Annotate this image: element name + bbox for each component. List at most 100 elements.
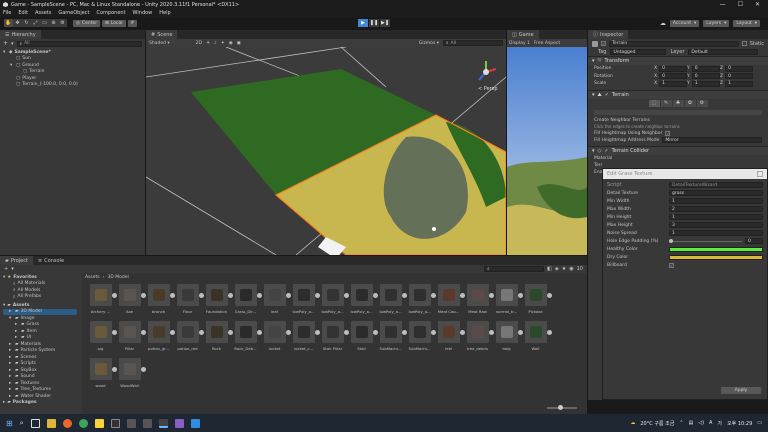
detail-texture-field[interactable]: grass [669,190,763,196]
minimize-button[interactable]: — [720,1,726,8]
asset-item[interactable]: SubMachi... [378,321,407,357]
asset-item[interactable]: potion_gr... [146,321,175,357]
menu-help[interactable]: Help [159,10,170,16]
unity-hub-icon[interactable] [142,418,152,428]
hole-padding-value[interactable]: 0 [745,238,763,244]
hierarchy-item[interactable]: ▢ Terrain_(-100.0, 0.0, 0.0) [0,82,145,89]
tab-game[interactable]: ◫ Game [507,30,539,39]
grass-value-field[interactable]: 2 [669,206,763,212]
effects-toggle-icon[interactable]: ✦ [221,41,225,46]
enabled-checkbox[interactable]: ✓ [605,92,609,98]
tab-hierarchy[interactable]: ☰ Hierarchy [0,30,41,39]
layers-dropdown[interactable]: Layers ▾ [703,19,730,27]
asset-item[interactable]: Meat Raw [465,284,494,320]
scale-tool-icon[interactable]: ⤢ [31,19,40,27]
collab-cloud-icon[interactable]: ☁ [660,20,666,27]
shading-mode-dropdown[interactable]: Shaded ▾ [149,41,170,46]
file-explorer-icon[interactable] [46,418,56,428]
volume-icon[interactable]: ◁) [698,420,704,426]
chevron-down-icon[interactable]: ▾ [11,266,14,272]
paint-details-icon[interactable]: ✿ [684,99,696,107]
app-icon[interactable] [126,418,136,428]
asset-item[interactable]: Pickaxe [523,284,552,320]
add-icon[interactable]: + [3,40,8,47]
asset-item[interactable]: lowPoly_a... [407,284,436,320]
hierarchy-search-input[interactable]: ⌕ All [16,40,142,47]
expand-arrow-icon[interactable] [547,330,552,335]
asset-item[interactable]: lowPoly_a... [349,284,378,320]
menu-component[interactable]: Component [97,10,126,16]
transform-y-field[interactable]: 0 [691,73,720,80]
transform-x-field[interactable]: 0 [659,73,687,80]
breadcrumb-3d-model[interactable]: 3D Model [107,275,128,280]
apply-button[interactable]: Apply [721,387,761,394]
terrain-collider-header[interactable]: ▾ ◇ ✓ Terrain Collider [588,145,768,155]
rect-tool-icon[interactable]: ▭ [40,19,49,27]
static-checkbox[interactable] [741,41,747,46]
active-checkbox[interactable]: ✓ [601,41,606,46]
menu-file[interactable]: File [3,10,11,16]
hand-tool-icon[interactable]: ✋ [4,19,13,27]
asset-item[interactable]: reel [436,321,465,357]
asset-item[interactable]: lowPoly_a... [291,284,320,320]
asset-item[interactable]: Rock [204,321,233,357]
pause-button[interactable]: ❚❚ [369,19,379,27]
scene-search-input[interactable]: ⌕ All [443,40,503,46]
tab-scene[interactable]: # Scene [146,30,178,39]
terrain-header[interactable]: ▾ ⛰ ✓ Terrain [588,89,768,99]
star-icon[interactable]: ★ [562,266,566,272]
asset-item[interactable]: Meat Coo... [436,284,465,320]
layer-dropdown[interactable]: Default [688,49,758,55]
transform-x-field[interactable]: 0 [659,65,687,72]
tag-dropdown[interactable]: Untagged [610,49,667,55]
tray-chevron-icon[interactable]: ⌃ [679,420,683,426]
asset-item[interactable]: normal_tr... [494,284,523,320]
weather-text[interactable]: 20°C 구름 조금 [640,420,674,427]
clock[interactable]: 오후 10:29 [727,420,752,427]
grass-value-field[interactable]: 3 [669,222,763,228]
transform-x-field[interactable]: 1 [659,80,687,87]
breadcrumb-assets[interactable]: Assets [85,275,100,280]
terrain-settings-icon[interactable]: ⚙ [696,99,708,107]
firefox-icon[interactable] [62,418,72,428]
expand-arrow-icon[interactable] [547,293,552,298]
grid-snap-toggle[interactable]: # [127,19,138,27]
asset-item[interactable]: tree_debris [465,321,494,357]
asset-item[interactable]: Axe [117,284,146,320]
close-button[interactable]: ✕ [755,1,760,8]
transform-z-field[interactable]: 0 [725,73,753,80]
asset-item[interactable]: branch [146,284,175,320]
asset-item[interactable]: WoodWall [117,358,146,394]
filter-label-icon[interactable]: ◈ [555,266,559,272]
healthy-color-field[interactable] [669,246,763,252]
tab-console[interactable]: ≡ Console [33,256,69,265]
display-dropdown[interactable]: Display 1 [509,41,530,46]
asset-item[interactable]: rocket [262,321,291,357]
edit-grass-texture-window[interactable]: Edit Grass Texture Script DetailTextureW… [602,168,768,400]
transform-y-field[interactable]: 0 [691,65,720,72]
popup-close-icon[interactable] [757,171,763,177]
kakaotalk-icon[interactable] [94,418,104,428]
create-neighbor-icon[interactable]: ⬚ [648,99,660,107]
hidden-objects-icon[interactable]: ◉ [229,41,233,46]
expand-arrow-icon[interactable] [141,367,146,372]
asset-item[interactable]: leaf [262,284,291,320]
asset-item[interactable]: potion_red [175,321,204,357]
persp-label[interactable]: < Persp [478,86,498,92]
menu-edit[interactable]: Edit [18,10,28,16]
asset-item[interactable]: Wall [523,321,552,357]
asset-item[interactable]: Grass_Dir... [233,284,262,320]
ime-indicator[interactable]: 가 [717,420,722,427]
weather-icon[interactable]: ☁ [630,420,635,426]
scene-viewport[interactable]: < Persp [146,47,506,255]
asset-item[interactable]: Stair Pillar [320,321,349,357]
space-local-toggle[interactable]: ⊞ Local [102,19,126,27]
eye-icon[interactable]: ◉ [569,266,573,272]
2d-toggle[interactable]: 2D [196,41,202,46]
maximize-button[interactable]: ☐ [738,1,743,8]
packages-root[interactable]: ▸ ▰ Packages [3,400,77,407]
player-gizmo[interactable] [432,227,436,231]
rotate-tool-icon[interactable]: ↻ [22,19,31,27]
filter-type-icon[interactable]: ◧ [547,266,552,272]
asset-item[interactable]: Foundation [204,284,233,320]
